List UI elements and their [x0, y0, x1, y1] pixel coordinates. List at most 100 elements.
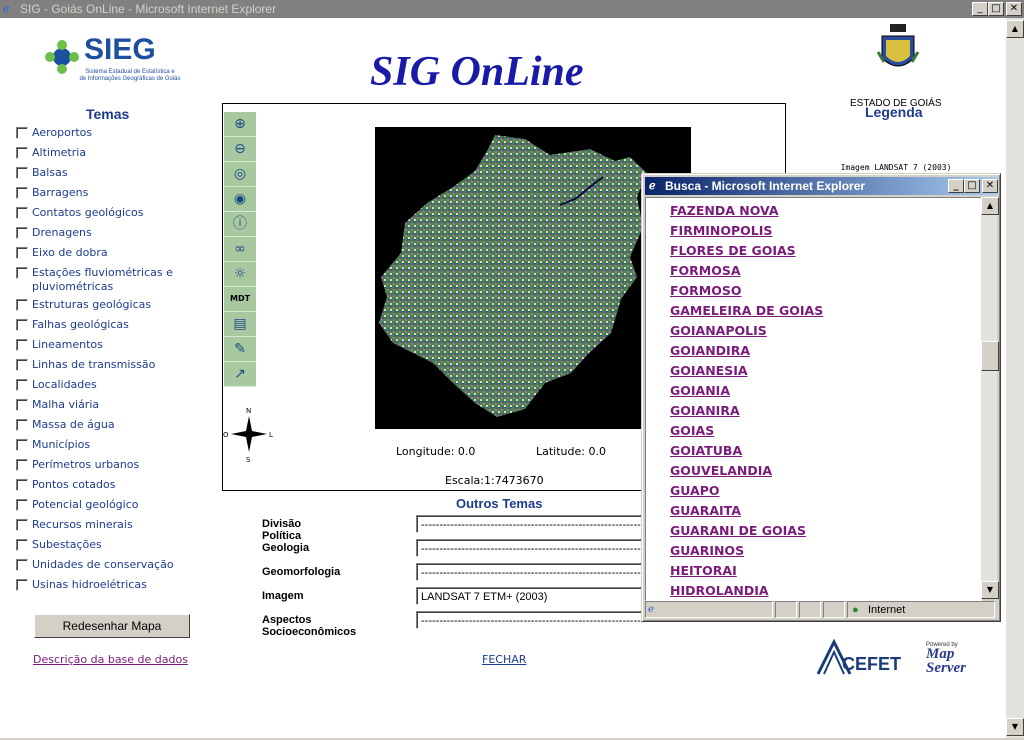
theme-item[interactable]: Falhas geológicas — [16, 318, 180, 332]
popup-scroll-thumb[interactable] — [981, 341, 999, 371]
theme-checkbox[interactable] — [16, 419, 28, 431]
popup-close-button[interactable]: ✕ — [982, 179, 998, 193]
theme-item[interactable]: Unidades de conservação — [16, 558, 180, 572]
city-link[interactable]: FORMOSA — [670, 263, 741, 278]
zoom-in-icon: ⊕ — [234, 116, 246, 132]
theme-item[interactable]: Drenagens — [16, 226, 180, 240]
city-link[interactable]: GOUVELANDIA — [670, 463, 772, 478]
pen-tool-button[interactable]: ✎ — [224, 337, 256, 362]
theme-item[interactable]: Massa de água — [16, 418, 180, 432]
theme-item[interactable]: Balsas — [16, 166, 180, 180]
info-tool-button[interactable]: ⓘ — [224, 212, 256, 237]
city-link[interactable]: GAMELEIRA DE GOIAS — [670, 303, 823, 318]
theme-checkbox[interactable] — [16, 479, 28, 491]
theme-item[interactable]: Usinas hidroelétricas — [16, 578, 180, 592]
city-link[interactable]: GOIANIA — [670, 383, 730, 398]
other-theme-label: Geologia — [262, 542, 310, 554]
theme-checkbox[interactable] — [16, 439, 28, 451]
city-link[interactable]: GOIANIRA — [670, 403, 740, 418]
theme-checkbox[interactable] — [16, 539, 28, 551]
popup-scroll-down-icon[interactable]: ▼ — [981, 581, 999, 599]
theme-checkbox[interactable] — [16, 519, 28, 531]
city-link[interactable]: FAZENDA NOVA — [670, 203, 779, 218]
theme-label: Drenagens — [32, 226, 92, 239]
theme-checkbox[interactable] — [16, 339, 28, 351]
city-link[interactable]: GOIANESIA — [670, 363, 748, 378]
city-link[interactable]: HEITORAI — [670, 563, 737, 578]
theme-item[interactable]: Contatos geológicos — [16, 206, 180, 220]
redraw-map-button[interactable]: Redesenhar Mapa — [34, 614, 190, 638]
zoom-out-icon: ⊖ — [234, 141, 246, 157]
city-link[interactable]: GUARAITA — [670, 503, 741, 518]
zoom-in-tool-button[interactable]: ⊕ — [224, 112, 256, 137]
close-link[interactable]: FECHAR — [482, 653, 526, 666]
city-link[interactable]: HIDROLANDIA — [670, 583, 769, 598]
theme-checkbox[interactable] — [16, 319, 28, 331]
minimize-button[interactable]: _ — [972, 2, 988, 16]
theme-checkbox[interactable] — [16, 247, 28, 259]
theme-item[interactable]: Malha viária — [16, 398, 180, 412]
theme-checkbox[interactable] — [16, 147, 28, 159]
theme-checkbox[interactable] — [16, 359, 28, 371]
maximize-button[interactable]: □ — [988, 2, 1004, 16]
theme-item[interactable]: Perímetros urbanos — [16, 458, 180, 472]
layers-tool-button[interactable]: ☼ — [224, 262, 256, 287]
latitude-readout: Latitude: 0.0 — [536, 445, 606, 458]
theme-item[interactable]: Aeroportos — [16, 126, 180, 140]
theme-item[interactable]: Pontos cotados — [16, 478, 180, 492]
theme-label: Unidades de conservação — [32, 558, 174, 571]
popup-minimize-button[interactable]: _ — [948, 179, 964, 193]
popup-scrollbar[interactable]: ▲ ▼ — [981, 197, 999, 599]
theme-checkbox[interactable] — [16, 579, 28, 591]
theme-checkbox[interactable] — [16, 459, 28, 471]
zoom-out-tool-button[interactable]: ⊖ — [224, 137, 256, 162]
theme-checkbox[interactable] — [16, 267, 28, 279]
scroll-up-icon[interactable]: ▲ — [1006, 20, 1024, 38]
theme-checkbox[interactable] — [16, 227, 28, 239]
theme-checkbox[interactable] — [16, 399, 28, 411]
theme-item[interactable]: Altimetria — [16, 146, 180, 160]
theme-item[interactable]: Estações fluviométricas e pluviométricas — [16, 266, 180, 294]
theme-checkbox[interactable] — [16, 559, 28, 571]
theme-checkbox[interactable] — [16, 379, 28, 391]
theme-item[interactable]: Recursos minerais — [16, 518, 180, 532]
theme-item[interactable]: Municípios — [16, 438, 180, 452]
theme-item[interactable]: Barragens — [16, 186, 180, 200]
close-button[interactable]: ✕ — [1006, 2, 1022, 16]
theme-checkbox[interactable] — [16, 187, 28, 199]
city-link[interactable]: GOIANAPOLIS — [670, 323, 767, 338]
measure-tool-button[interactable]: ↗ — [224, 362, 256, 387]
theme-item[interactable]: Eixo de dobra — [16, 246, 180, 260]
theme-checkbox[interactable] — [16, 499, 28, 511]
globe-tool-button[interactable]: ◉ — [224, 187, 256, 212]
theme-checkbox[interactable] — [16, 207, 28, 219]
city-link[interactable]: GOIANDIRA — [670, 343, 750, 358]
theme-item[interactable]: Potencial geológico — [16, 498, 180, 512]
mdt-tool-button[interactable]: MDT — [224, 287, 256, 312]
city-link[interactable]: GOIAS — [670, 423, 714, 438]
theme-item[interactable]: Subestações — [16, 538, 180, 552]
theme-label: Estações fluviométricas e pluviométricas — [32, 266, 173, 293]
theme-checkbox[interactable] — [16, 127, 28, 139]
theme-checkbox[interactable] — [16, 299, 28, 311]
page-scrollbar[interactable]: ▲ ▼ — [1006, 18, 1024, 738]
theme-item[interactable]: Linhas de transmissão — [16, 358, 180, 372]
theme-item[interactable]: Estruturas geológicas — [16, 298, 180, 312]
city-link[interactable]: GUAPO — [670, 483, 720, 498]
city-link[interactable]: FLORES DE GOIAS — [670, 243, 796, 258]
scroll-down-icon[interactable]: ▼ — [1006, 718, 1024, 736]
city-link[interactable]: FIRMINOPOLIS — [670, 223, 772, 238]
theme-item[interactable]: Localidades — [16, 378, 180, 392]
center-tool-button[interactable]: ◎ — [224, 162, 256, 187]
binoculars-tool-button[interactable]: ∞ — [224, 237, 256, 262]
theme-item[interactable]: Lineamentos — [16, 338, 180, 352]
print-tool-button[interactable]: ▤ — [224, 312, 256, 337]
city-link[interactable]: GUARANI DE GOIAS — [670, 523, 806, 538]
city-link[interactable]: FORMOSO — [670, 283, 741, 298]
city-link[interactable]: GUARINOS — [670, 543, 744, 558]
database-description-link[interactable]: Descrição da base de dados — [33, 653, 188, 666]
popup-scroll-up-icon[interactable]: ▲ — [981, 197, 999, 215]
popup-maximize-button[interactable]: □ — [964, 179, 980, 193]
theme-checkbox[interactable] — [16, 167, 28, 179]
city-link[interactable]: GOIATUBA — [670, 443, 742, 458]
